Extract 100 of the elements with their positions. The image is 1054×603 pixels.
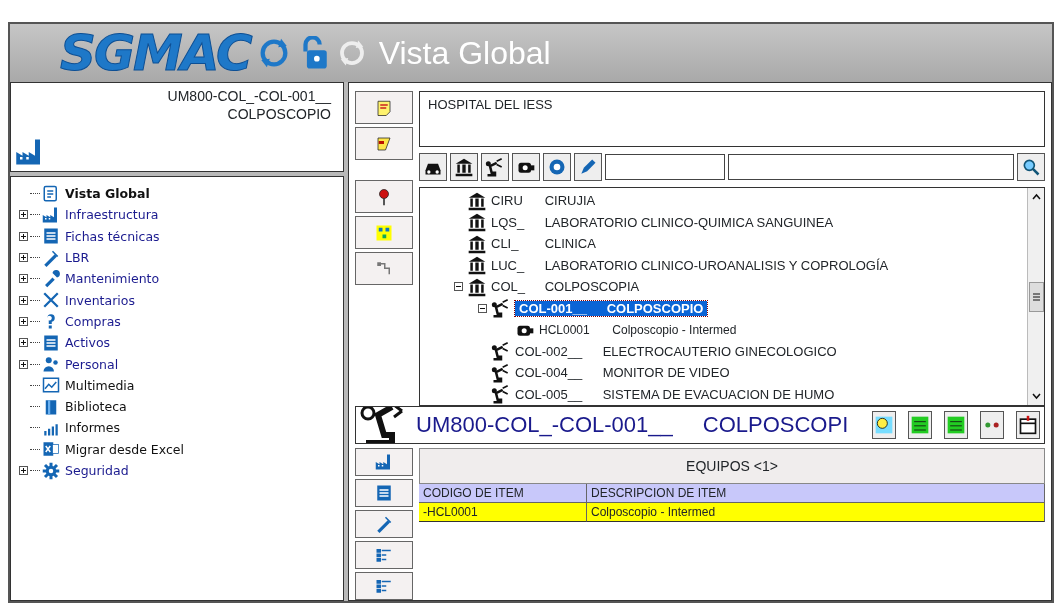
robot-arm-icon — [491, 341, 511, 362]
building-icon — [467, 190, 487, 211]
search-field[interactable] — [728, 154, 1014, 180]
table-cell: -HCL0001 — [419, 503, 587, 522]
grid-icon — [910, 415, 931, 435]
building-icon — [467, 212, 487, 233]
nav-item[interactable]: Activos — [65, 335, 111, 351]
nav-item[interactable]: Migrar desde Excel — [65, 441, 184, 457]
expand-icon[interactable] — [19, 253, 28, 263]
tree-node[interactable]: COL-005__ SISTEMA DE EVACUACION DE HUMO — [515, 386, 835, 402]
tree-node[interactable]: COL-004__ MONITOR DE VIDEO — [515, 365, 730, 381]
tree-node[interactable]: COL_ COLPOSCOPIA — [491, 279, 640, 295]
factory-icon — [42, 205, 60, 224]
pen-icon — [42, 248, 60, 267]
nav-item[interactable]: Seguridad — [65, 463, 129, 478]
side-button[interactable] — [355, 127, 413, 160]
collapse-icon[interactable] — [454, 282, 463, 292]
nav-item[interactable]: Informes — [65, 420, 120, 436]
diagram-icon — [375, 223, 393, 242]
document-icon — [42, 333, 60, 352]
expand-icon[interactable] — [19, 295, 28, 305]
selection-name: COLPOSCOPIO — [226, 105, 331, 123]
nav-item[interactable]: Multimedia — [65, 377, 135, 393]
column-header: CODIGO DE ITEM — [419, 484, 587, 503]
side-button[interactable] — [355, 541, 413, 569]
robot-arm-icon — [485, 157, 505, 177]
grid-icon — [946, 415, 967, 435]
toolbar-button[interactable] — [543, 153, 571, 181]
side-button[interactable] — [355, 216, 413, 249]
search-button[interactable] — [1017, 153, 1045, 181]
toolbar-button[interactable] — [574, 153, 602, 181]
building-icon — [454, 157, 474, 177]
side-button[interactable] — [355, 510, 413, 538]
chart-icon — [42, 376, 60, 395]
expand-icon[interactable] — [19, 316, 28, 326]
pencil-icon — [578, 157, 598, 177]
nav-item[interactable]: Compras — [65, 313, 121, 329]
nav-item[interactable]: Mantenimiento — [65, 271, 160, 287]
search-field[interactable] — [605, 154, 725, 180]
expand-icon[interactable] — [19, 338, 28, 348]
list-icon — [375, 577, 393, 595]
factory-icon — [375, 453, 393, 471]
robot-arm-icon — [491, 362, 511, 383]
side-button[interactable] — [355, 479, 413, 507]
nav-item[interactable]: Fichas técnicas — [65, 228, 160, 244]
side-button[interactable] — [355, 448, 413, 476]
tree-node[interactable]: LUC_ LABORATORIO CLINICO-UROANALISIS Y COPROLOGÍA — [491, 257, 889, 273]
selection-code: UM800-COL_-COL-001__ — [166, 87, 331, 105]
toolbar-button[interactable] — [980, 411, 1005, 439]
expand-icon[interactable] — [19, 210, 28, 220]
document-icon — [42, 227, 60, 246]
detail-title: UM800-COL_-COL-001__ — [416, 412, 673, 438]
expand-icon[interactable] — [19, 274, 28, 284]
expand-icon[interactable] — [19, 231, 28, 241]
table-caption: EQUIPOS <1> — [419, 448, 1045, 484]
toolbar-button[interactable] — [450, 153, 478, 181]
scroll-thumb[interactable] — [1028, 281, 1044, 312]
nav-item[interactable]: Personal — [65, 356, 119, 372]
building-icon — [467, 255, 487, 276]
toolbar-button[interactable] — [908, 411, 933, 439]
scrollbar[interactable] — [1027, 188, 1044, 405]
nav-item[interactable]: LBR — [65, 250, 90, 266]
toolbar-button[interactable] — [512, 153, 540, 181]
toolbar-button[interactable] — [1016, 411, 1041, 439]
hospital-label: HOSPITAL DEL IESS — [428, 97, 553, 112]
column-header: DESCRIPCION DE ITEM — [587, 484, 1045, 503]
gear-icon — [42, 461, 60, 480]
tree-node[interactable]: COL-001__ COLPOSCOPIO — [515, 300, 708, 316]
pen-icon — [375, 515, 393, 533]
side-button[interactable] — [355, 572, 413, 600]
search-icon — [1021, 157, 1041, 177]
side-button[interactable] — [355, 180, 413, 213]
list-icon — [42, 184, 60, 203]
detail-name: COLPOSCOPI — [702, 412, 849, 438]
toolbar-button[interactable] — [419, 153, 447, 181]
expand-icon[interactable] — [19, 359, 28, 369]
building-icon — [467, 233, 487, 254]
tree-node[interactable]: CIRU CIRUJIA — [491, 193, 596, 209]
spreadsheet-icon — [42, 440, 60, 459]
tree-node[interactable]: COL-002__ ELECTROCAUTERIO GINECOLOGICO — [515, 343, 837, 359]
document-icon — [375, 484, 393, 502]
toolbar-button[interactable] — [944, 411, 969, 439]
tree-node[interactable]: CLI_ CLINICA — [491, 236, 596, 252]
nav-item[interactable]: Infraestructura — [65, 207, 159, 223]
nav-item[interactable]: Biblioteca — [65, 399, 127, 415]
nav-item[interactable]: Vista Global — [65, 186, 150, 202]
robot-arm-icon — [360, 407, 404, 443]
nav-item[interactable]: Inventarios — [65, 292, 135, 308]
toolbar-button[interactable] — [481, 153, 509, 181]
side-button[interactable] — [355, 91, 413, 124]
tree-node[interactable]: LQS_ LABORATORIO CLINICO-QUIMICA SANGUINEA — [491, 214, 834, 230]
app-logo: SGMAC — [60, 28, 251, 78]
toolbar-button[interactable] — [872, 411, 897, 439]
table-cell: Colposcopio - Intermed — [587, 503, 1045, 522]
side-button[interactable] — [355, 252, 413, 285]
expand-icon[interactable] — [19, 466, 28, 475]
collapse-icon[interactable] — [478, 303, 487, 313]
tree-node[interactable]: HCL0001 Colposcopio - Intermed — [539, 322, 737, 337]
list-icon — [375, 546, 393, 564]
tools-icon — [42, 291, 60, 310]
